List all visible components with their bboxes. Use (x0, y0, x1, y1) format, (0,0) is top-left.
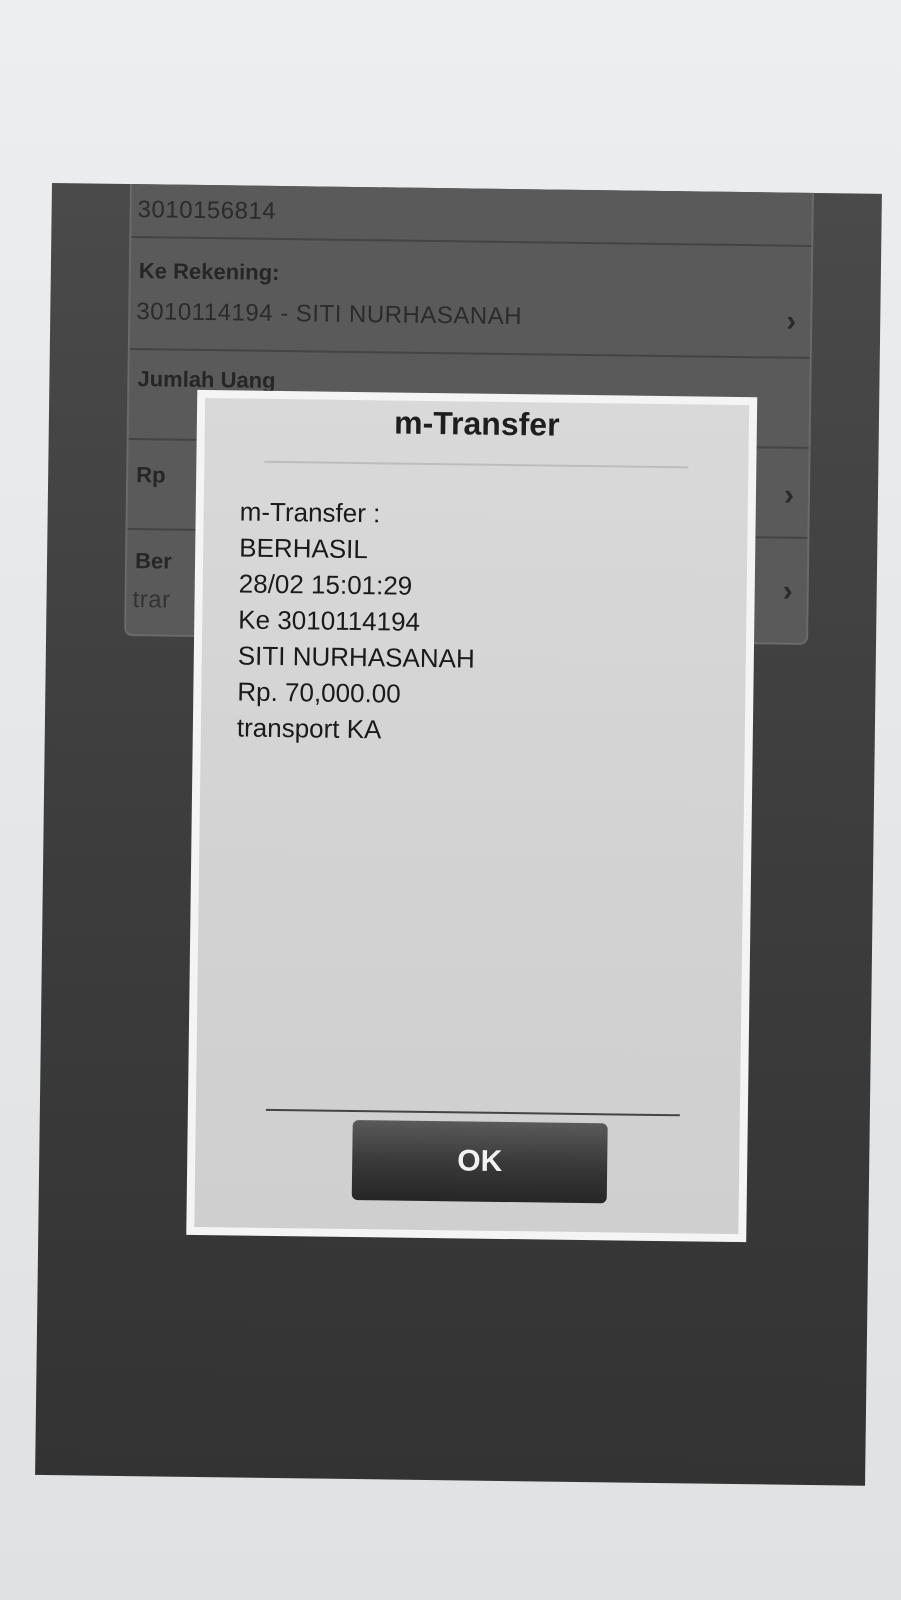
message-line: Ke 3010114194 (238, 604, 421, 637)
dialog-body: m-Transfer m-Transfer : BERHASIL 28/02 1… (194, 398, 750, 1235)
message-line: m-Transfer : (239, 496, 381, 529)
chevron-right-icon: › (782, 574, 793, 608)
message-line: transport KA (236, 712, 382, 745)
message-line: BERHASIL (239, 532, 369, 565)
chevron-right-icon: › (786, 304, 797, 338)
from-account-value: 3010156814 (137, 196, 277, 225)
to-account-value: 3010114194 - SITI NURHASANAH (136, 298, 523, 331)
message-line: Rp. 70,000.00 (237, 676, 401, 709)
button-divider (265, 1108, 680, 1117)
amount-currency: Rp (136, 462, 166, 488)
from-account-row: 3010156814 (131, 183, 813, 247)
to-account-label: Ke Rekening: (138, 258, 280, 285)
dialog-title: m-Transfer (393, 404, 560, 443)
ok-button[interactable]: OK (351, 1120, 608, 1204)
dialog-message: m-Transfer : BERHASIL 28/02 15:01:29 Ke … (237, 493, 477, 748)
message-line: 28/02 15:01:29 (238, 568, 413, 601)
printed-screenshot: 3010156814 Ke Rekening: 3010114194 - SIT… (35, 183, 882, 1486)
to-account-row[interactable]: Ke Rekening: 3010114194 - SITI NURHASANA… (129, 238, 812, 359)
chevron-right-icon: › (783, 478, 795, 512)
note-value: trar (132, 586, 171, 614)
title-divider (264, 460, 689, 469)
note-label: Ber (134, 548, 172, 574)
message-line: SITI NURHASANAH (237, 640, 475, 674)
transfer-result-dialog: m-Transfer m-Transfer : BERHASIL 28/02 1… (186, 389, 758, 1243)
